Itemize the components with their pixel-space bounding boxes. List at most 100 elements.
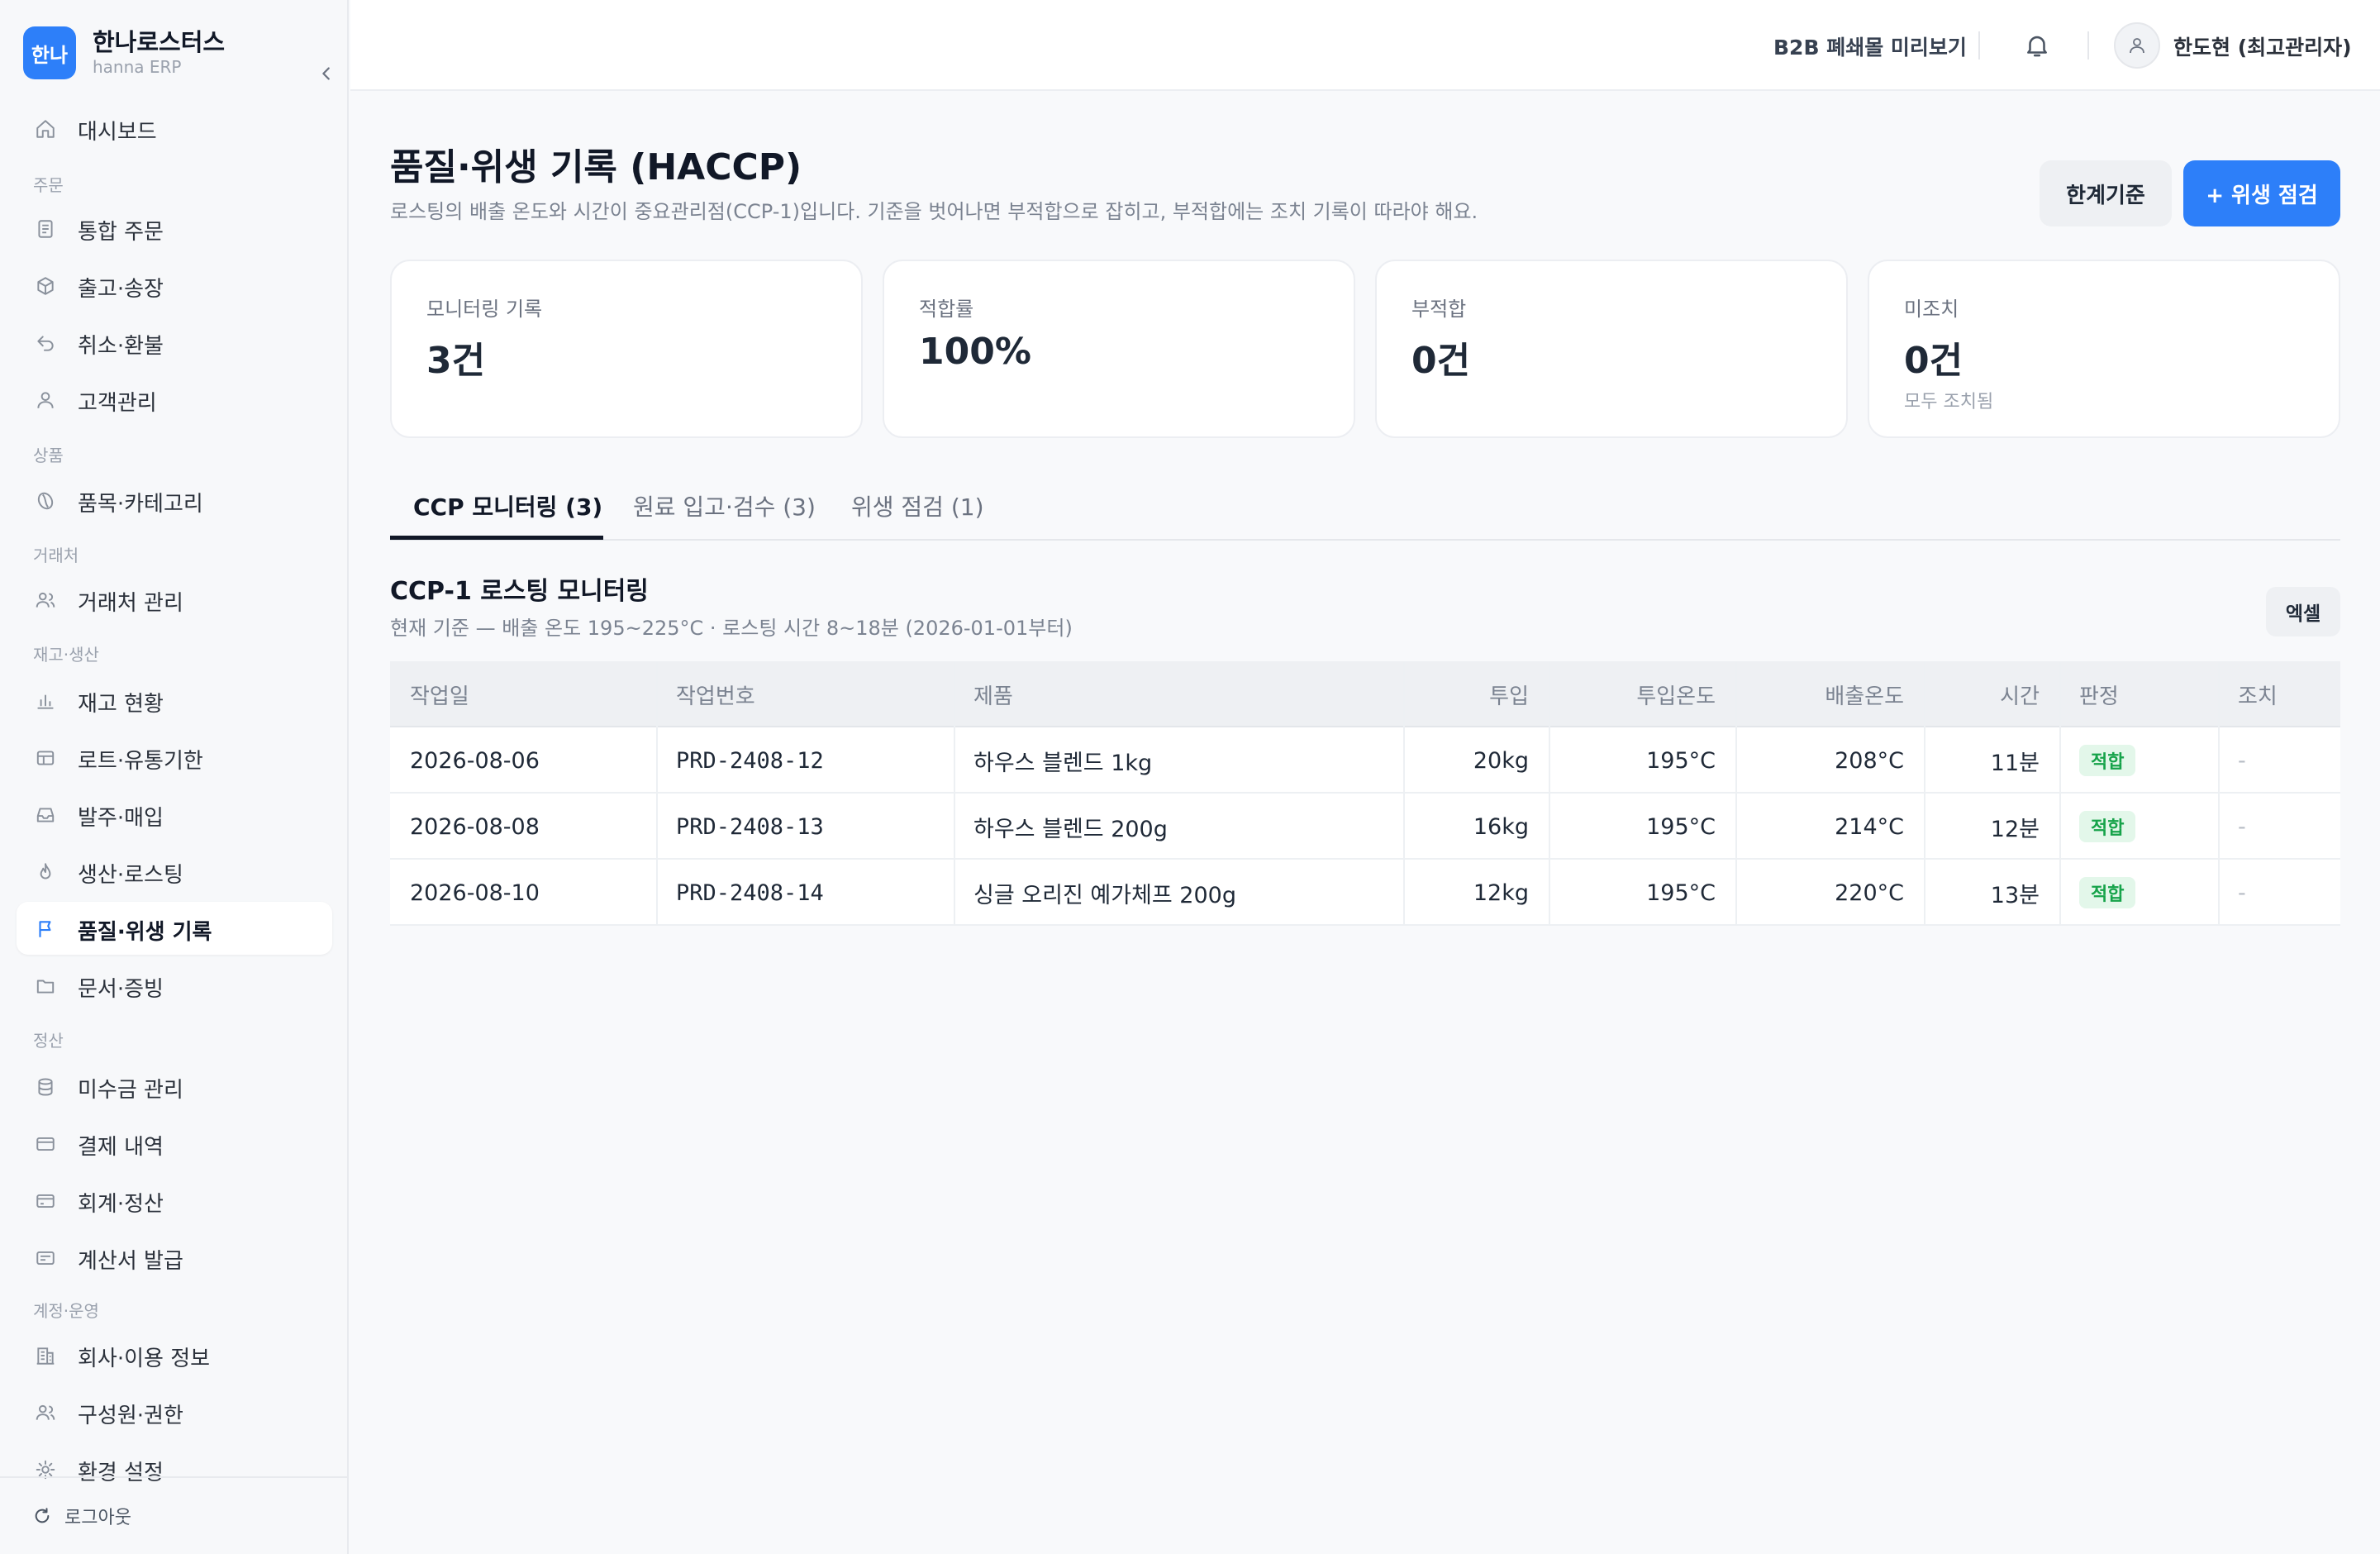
- column-header: 배출온도: [1825, 684, 1904, 709]
- status-badge: 적합: [2079, 877, 2136, 908]
- receipt-icon: [36, 1251, 55, 1266]
- stat-card-unresolved: 미조치 0건 모두 조치됨: [1868, 260, 2340, 438]
- cell-date: 2026-08-10: [410, 879, 540, 906]
- cell-output-temp: 214°C: [1835, 813, 1904, 840]
- sidebar-item-customers[interactable]: 고객관리: [17, 373, 332, 426]
- stat-value: 0건: [1411, 340, 1471, 382]
- bell-icon[interactable]: [2023, 31, 2051, 60]
- sidebar-item-quality[interactable]: 품질·위생 기록: [17, 902, 332, 955]
- column-header: 제품: [973, 684, 1013, 709]
- stat-value: 100%: [919, 331, 1031, 373]
- cell-product: 하우스 블렌드 1kg: [973, 750, 1153, 776]
- cell-time: 12분: [1990, 816, 2040, 842]
- logout-label: 로그아웃: [64, 1508, 131, 1528]
- folder-icon: [36, 980, 55, 994]
- stat-label: 부적합: [1411, 298, 1467, 321]
- flame-icon: [40, 863, 51, 879]
- column-divider: [1403, 661, 1405, 926]
- add-hygiene-check-button[interactable]: + 위생 점검: [2183, 160, 2340, 226]
- sidebar-item-purchase[interactable]: 발주·매입: [17, 788, 332, 841]
- sidebar-item-shipping[interactable]: 출고·송장: [17, 259, 332, 312]
- sidebar-item-accounting[interactable]: 회계·정산: [17, 1174, 332, 1227]
- sidebar-item-label: 결제 내역: [78, 1135, 164, 1160]
- brand-subtitle: hanna ERP: [93, 57, 182, 77]
- database-icon: [38, 1078, 53, 1096]
- sidebar-item-invoices[interactable]: 계산서 발급: [17, 1231, 332, 1284]
- section-subtitle: 현재 기준 — 배출 온도 195~225°C · 로스팅 시간 8~18분 (…: [390, 617, 1073, 640]
- avatar[interactable]: [2114, 22, 2160, 69]
- cell-action: -: [2238, 813, 2246, 840]
- tab-hygiene-check[interactable]: 위생 점검 (1): [851, 489, 984, 522]
- document-icon: [38, 220, 53, 238]
- sidebar-item-lots[interactable]: 로트·유통기한: [17, 731, 332, 784]
- sidebar-item-orders[interactable]: 통합 주문: [17, 202, 332, 255]
- stat-card-nonconforming: 부적합 0건: [1375, 260, 1848, 438]
- chevron-left-icon: [322, 67, 330, 80]
- table-row[interactable]: 2026-08-06 PRD-2408-12 하우스 블렌드 1kg 20kg …: [390, 727, 2340, 794]
- wallet-icon: [36, 1194, 55, 1208]
- sidebar-item-stock[interactable]: 재고 현황: [17, 674, 332, 727]
- sidebar-item-label: 출고·송장: [78, 277, 164, 302]
- sidebar-item-label: 품질·위생 기록: [78, 920, 212, 945]
- nav-section-product: 상품: [33, 446, 64, 465]
- sidebar-item-label: 재고 현황: [78, 692, 164, 717]
- brand-logo: 한나: [23, 26, 76, 79]
- cell-product: 하우스 블렌드 200g: [973, 816, 1168, 842]
- sidebar-item-partners[interactable]: 거래처 관리: [17, 573, 332, 626]
- column-divider: [954, 661, 955, 926]
- column-divider: [1735, 661, 1737, 926]
- column-header: 투입: [1489, 684, 1529, 709]
- sidebar-item-label: 대시보드: [78, 120, 157, 145]
- column-divider: [656, 661, 658, 926]
- sidebar-item-members[interactable]: 구성원·권한: [17, 1385, 332, 1438]
- b2b-preview-link[interactable]: B2B 폐쇄몰 미리보기: [1773, 31, 1967, 61]
- collapse-sidebar-button[interactable]: [312, 60, 340, 88]
- sidebar-item-receivables[interactable]: 미수금 관리: [17, 1060, 332, 1113]
- sidebar-item-company[interactable]: 회사·이용 정보: [17, 1328, 332, 1381]
- table-row[interactable]: 2026-08-08 PRD-2408-13 하우스 블렌드 200g 16kg…: [390, 794, 2340, 860]
- section-title: CCP-1 로스팅 모니터링: [390, 577, 649, 606]
- flag-icon: [39, 921, 51, 937]
- cell-input-temp: 195°C: [1646, 813, 1716, 840]
- users-icon: [36, 592, 55, 608]
- nav-section-partner: 거래처: [33, 546, 79, 565]
- bean-icon: [37, 492, 54, 510]
- column-header: 작업일: [410, 684, 469, 709]
- table-icon: [36, 751, 55, 765]
- cell-job-number: PRD-2408-14: [676, 879, 824, 906]
- brand[interactable]: 한나 한나로스터스 hanna ERP: [23, 23, 330, 80]
- cell-job-number: PRD-2408-13: [676, 813, 824, 840]
- logout-button[interactable]: 로그아웃: [33, 1503, 131, 1529]
- cell-action: -: [2238, 879, 2246, 906]
- table-row[interactable]: 2026-08-10 PRD-2408-14 싱글 오리진 예가체프 200g …: [390, 860, 2340, 926]
- tab-ccp-monitoring[interactable]: CCP 모니터링 (3): [413, 489, 602, 522]
- nav-section-account: 계정·운영: [33, 1301, 99, 1321]
- cell-verdict: 적합: [2059, 794, 2218, 860]
- sidebar-item-roasting[interactable]: 생산·로스팅: [17, 845, 332, 898]
- credit-card-icon: [36, 1137, 55, 1151]
- sidebar-footer: 로그아웃: [0, 1476, 349, 1554]
- user-name[interactable]: 한도현 (최고관리자): [2173, 31, 2352, 61]
- sidebar-item-label: 구성원·권한: [78, 1404, 183, 1428]
- sidebar-item-payments[interactable]: 결제 내역: [17, 1117, 332, 1170]
- undo-icon: [37, 336, 54, 351]
- sidebar-item-items[interactable]: 품목·카테고리: [17, 474, 332, 527]
- critical-limit-button[interactable]: 한계기준: [2040, 160, 2172, 226]
- tab-material-inspection[interactable]: 원료 입고·검수 (3): [633, 489, 816, 522]
- brand-name: 한나로스터스: [93, 28, 226, 56]
- cell-date: 2026-08-08: [410, 813, 540, 840]
- header-divider: [1978, 31, 1980, 60]
- excel-export-button[interactable]: 엑셀: [2266, 587, 2340, 636]
- active-tab-indicator: [390, 536, 603, 540]
- refresh-icon: [35, 1508, 50, 1523]
- cell-job-number: PRD-2408-12: [676, 747, 824, 774]
- home-icon: [36, 120, 55, 138]
- sidebar-item-refund[interactable]: 취소·환불: [17, 316, 332, 369]
- cell-output-temp: 220°C: [1835, 879, 1904, 906]
- user-icon: [2130, 38, 2144, 54]
- sidebar-item-dashboard[interactable]: 대시보드: [17, 102, 332, 155]
- bar-chart-icon: [37, 694, 54, 709]
- sidebar-item-docs[interactable]: 문서·증빙: [17, 959, 332, 1012]
- sidebar-item-label: 취소·환불: [78, 334, 164, 359]
- building-icon: [36, 1347, 55, 1365]
